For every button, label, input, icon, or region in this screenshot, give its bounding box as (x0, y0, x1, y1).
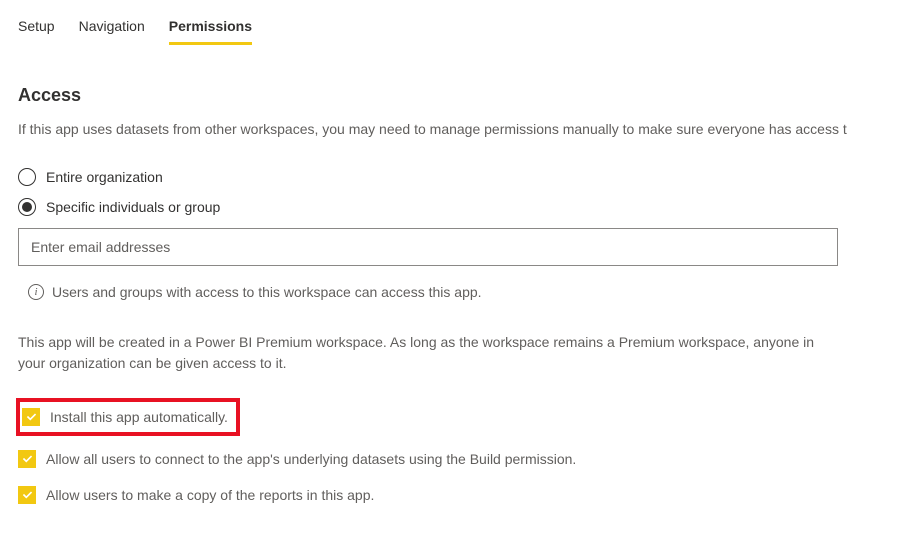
section-title-access: Access (18, 85, 880, 106)
access-description: If this app uses datasets from other wor… (18, 120, 880, 140)
checkbox-icon (22, 408, 40, 426)
checkbox-install-automatically[interactable]: Install this app automatically. (22, 408, 228, 426)
radio-entire-organization[interactable]: Entire organization (18, 168, 880, 186)
checkbox-icon (18, 450, 36, 468)
checkbox-allow-build-permission[interactable]: Allow all users to connect to the app's … (18, 450, 880, 468)
radio-icon (18, 168, 36, 186)
tab-navigation[interactable]: Navigation (79, 18, 145, 45)
info-text: Users and groups with access to this wor… (52, 284, 482, 300)
radio-icon (18, 198, 36, 216)
access-radio-group: Entire organization Specific individuals… (18, 168, 880, 216)
info-row: i Users and groups with access to this w… (28, 284, 880, 300)
highlighted-annotation: Install this app automatically. (16, 398, 240, 436)
email-addresses-input[interactable] (18, 228, 838, 266)
checkbox-icon (18, 486, 36, 504)
checkmark-icon (25, 410, 38, 423)
checkmark-icon (21, 452, 34, 465)
tab-setup[interactable]: Setup (18, 18, 55, 45)
premium-workspace-text: This app will be created in a Power BI P… (18, 332, 838, 374)
checkmark-icon (21, 488, 34, 501)
info-icon: i (28, 284, 44, 300)
tab-bar: Setup Navigation Permissions (18, 18, 880, 45)
radio-label: Entire organization (46, 169, 163, 185)
radio-label: Specific individuals or group (46, 199, 220, 215)
checkbox-allow-copy-reports[interactable]: Allow users to make a copy of the report… (18, 486, 880, 504)
tab-permissions[interactable]: Permissions (169, 18, 252, 45)
checkbox-label: Allow all users to connect to the app's … (46, 451, 576, 467)
checkbox-label: Install this app automatically. (50, 409, 228, 425)
checkbox-label: Allow users to make a copy of the report… (46, 487, 374, 503)
radio-specific-individuals[interactable]: Specific individuals or group (18, 198, 880, 216)
